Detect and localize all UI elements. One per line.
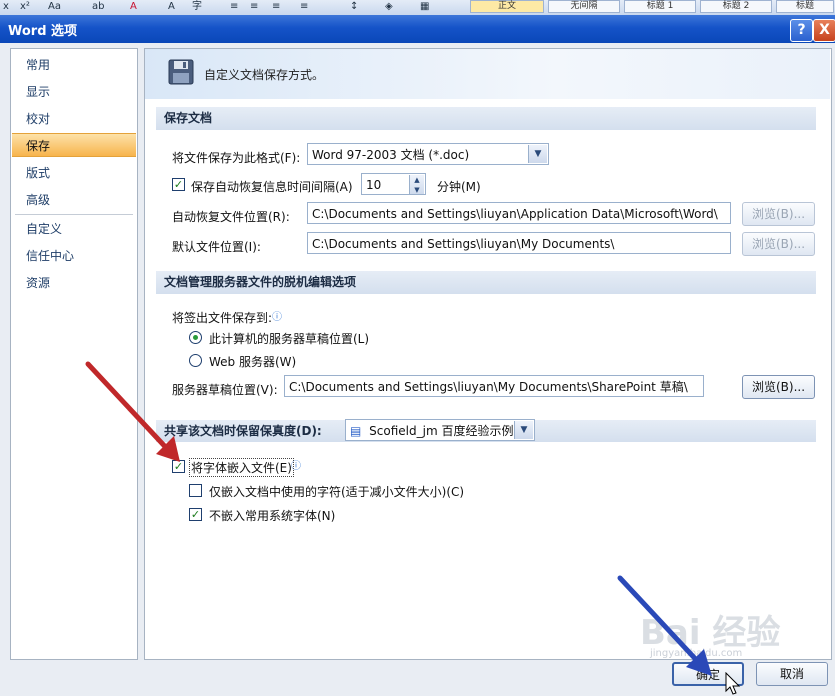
- subscript-button[interactable]: x: [3, 0, 9, 13]
- help-button[interactable]: ?: [790, 19, 813, 42]
- fidelity-document-value: Scofield_jm 百度经验示例: [369, 424, 514, 438]
- cancel-button[interactable]: 取消: [756, 662, 828, 686]
- nav-item-display[interactable]: 显示: [12, 80, 136, 104]
- blue-annotation-arrow-icon: [617, 575, 712, 676]
- justify-icon[interactable]: ≡: [300, 0, 308, 13]
- line-spacing-icon[interactable]: ↕: [350, 0, 358, 13]
- chevron-down-icon[interactable]: ▼: [514, 421, 533, 439]
- nav-item-save[interactable]: 保存: [12, 133, 136, 157]
- autorecover-checkbox[interactable]: ✓: [172, 178, 185, 191]
- close-button[interactable]: X: [813, 19, 835, 42]
- minutes-label: 分钟(M): [437, 180, 481, 194]
- ribbon-strip: x x² Aa ab A A 字 ≡ ≡ ≡ ≡ ↕ ◈ ▦ 正文 无间隔 标题…: [0, 0, 835, 16]
- enclose-char-button[interactable]: 字: [192, 0, 202, 13]
- superscript-button[interactable]: x²: [20, 0, 30, 13]
- default-location-label: 默认文件位置(I):: [172, 240, 261, 254]
- save-disk-icon: [168, 59, 194, 85]
- style-heading-2[interactable]: 标题 2: [700, 0, 772, 13]
- section-offline-editing: 文档管理服务器文件的脱机编辑选项: [156, 271, 816, 294]
- highlight-button[interactable]: ab: [92, 0, 104, 13]
- nav-item-general[interactable]: 常用: [12, 53, 136, 77]
- chevron-down-icon[interactable]: ▼: [528, 145, 547, 163]
- mouse-cursor-icon: [725, 672, 741, 695]
- info-icon: ⓘ: [291, 461, 301, 472]
- radio-local-drafts[interactable]: [189, 331, 202, 344]
- style-heading-1[interactable]: 标题 1: [624, 0, 696, 13]
- red-annotation-arrow-icon: [85, 361, 180, 462]
- browse-default-button[interactable]: 浏览(B)...: [742, 232, 815, 256]
- save-checkout-label: 将签出文件保存到:: [172, 311, 273, 325]
- drafts-location-input[interactable]: C:\Documents and Settings\liuyan\My Docu…: [284, 375, 704, 397]
- align-right-icon[interactable]: ≡: [272, 0, 280, 13]
- default-location-input[interactable]: C:\Documents and Settings\liuyan\My Docu…: [307, 232, 731, 254]
- no-common-fonts-checkbox[interactable]: ✓: [189, 508, 202, 521]
- radio-web-server[interactable]: [189, 354, 202, 367]
- save-format-value: Word 97-2003 文档 (*.doc): [312, 148, 470, 162]
- nav-item-advanced[interactable]: 高级: [12, 188, 136, 212]
- autorecover-location-label: 自动恢复文件位置(R):: [172, 210, 290, 224]
- embed-fonts-label: 将字体嵌入文件(E): [189, 458, 294, 477]
- style-title[interactable]: 标题: [776, 0, 834, 13]
- options-nav: 常用 显示 校对 保存 版式 高级 自定义 信任中心 资源: [10, 48, 138, 660]
- autorecover-minutes-spinner[interactable]: 10 ▲ ▼: [361, 173, 426, 195]
- font-size-button[interactable]: Aa: [48, 0, 61, 13]
- word-doc-icon: ▤: [350, 424, 362, 438]
- style-normal[interactable]: 正文: [470, 0, 544, 13]
- spinner-arrows-icon[interactable]: ▲ ▼: [409, 175, 424, 194]
- autorecover-minutes-value: 10: [366, 178, 382, 192]
- nav-item-layout[interactable]: 版式: [12, 161, 136, 185]
- nav-item-trust-center[interactable]: 信任中心: [12, 244, 136, 268]
- title-bar: [0, 15, 835, 43]
- style-no-spacing[interactable]: 无间隔: [548, 0, 620, 13]
- nav-item-resources[interactable]: 资源: [12, 271, 136, 295]
- nav-item-proofing[interactable]: 校对: [12, 107, 136, 131]
- font-color-button[interactable]: A: [130, 0, 137, 13]
- banner-text: 自定义文档保存方式。: [204, 68, 325, 82]
- shading-icon[interactable]: ◈: [385, 0, 393, 13]
- border-icon[interactable]: ▦: [420, 0, 429, 13]
- save-format-label: 将文件保存为此格式(F):: [172, 151, 301, 165]
- autorecover-location-input[interactable]: C:\Documents and Settings\liuyan\Applica…: [307, 202, 731, 224]
- align-left-icon[interactable]: ≡: [230, 0, 238, 13]
- nav-item-customize[interactable]: 自定义: [12, 217, 136, 241]
- section-save-documents: 保存文档: [156, 107, 816, 130]
- char-border-button[interactable]: A: [168, 0, 175, 13]
- browse-autorecover-button[interactable]: 浏览(B)...: [742, 202, 815, 226]
- save-format-combo[interactable]: Word 97-2003 文档 (*.doc) ▼: [307, 143, 549, 165]
- radio-local-drafts-label: 此计算机的服务器草稿位置(L): [209, 332, 370, 346]
- no-common-fonts-label: 不嵌入常用系统字体(N): [209, 509, 336, 523]
- autorecover-label: 保存自动恢复信息时间间隔(A): [191, 180, 353, 194]
- embed-used-chars-label: 仅嵌入文档中使用的字符(适于减小文件大小)(C): [209, 485, 465, 499]
- nav-divider: [15, 214, 133, 215]
- embed-used-chars-checkbox[interactable]: [189, 484, 202, 497]
- info-icon: ⓘ: [272, 312, 282, 323]
- align-center-icon[interactable]: ≡: [250, 0, 258, 13]
- window-title: Word 选项: [8, 24, 78, 39]
- radio-web-server-label: Web 服务器(W): [209, 355, 297, 369]
- browse-drafts-button[interactable]: 浏览(B)...: [742, 375, 815, 399]
- fidelity-document-combo[interactable]: ▤ Scofield_jm 百度经验示例 ▼: [345, 419, 535, 441]
